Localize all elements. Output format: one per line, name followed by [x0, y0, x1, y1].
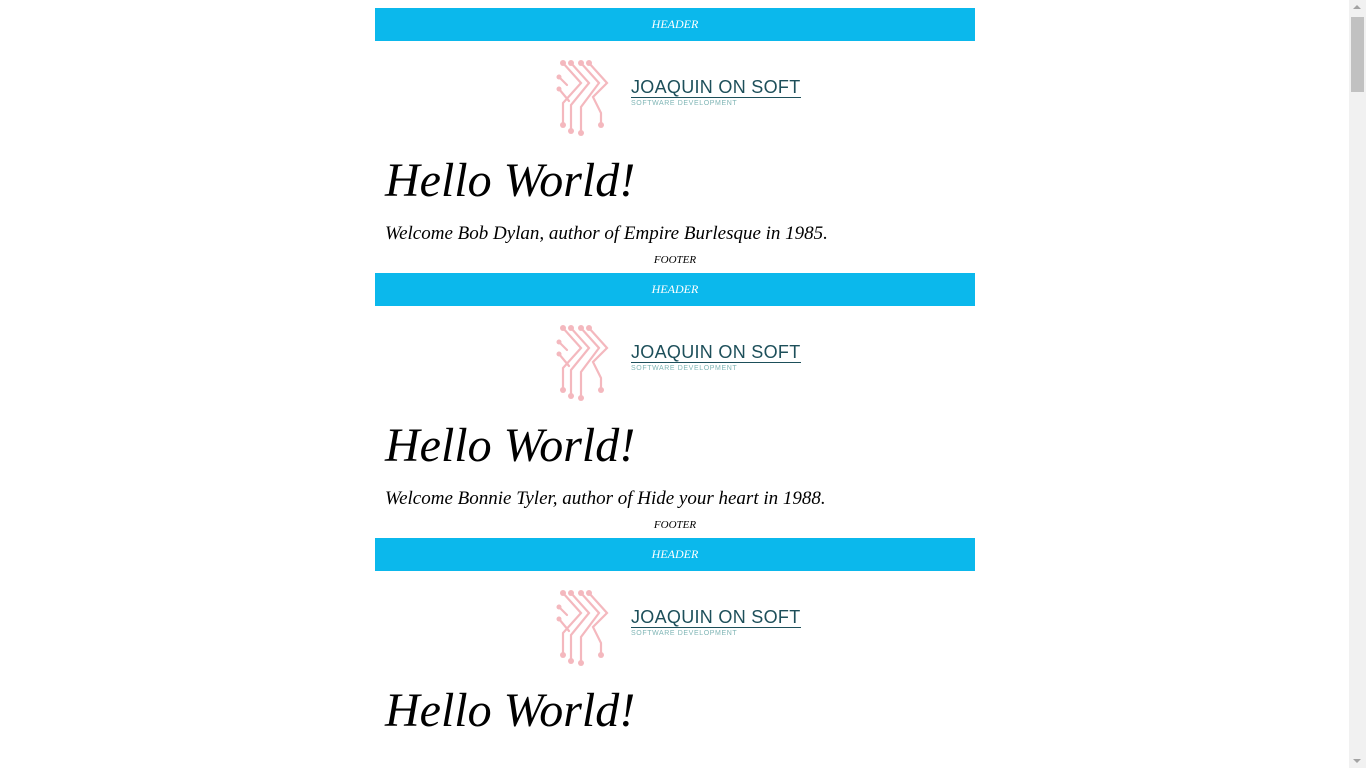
logo-title: JOAQUIN ON SOFT	[631, 77, 801, 98]
header-bar: HEADER	[375, 8, 975, 41]
header-bar: HEADER	[375, 538, 975, 571]
logo-area: JOAQUIN ON SOFT SOFTWARE DEVELOPMENT	[375, 306, 975, 418]
logo-subtitle: SOFTWARE DEVELOPMENT	[631, 630, 738, 637]
logo-area: JOAQUIN ON SOFT SOFTWARE DEVELOPMENT	[375, 41, 975, 153]
circuit-k-icon	[556, 590, 609, 666]
triangle-up-icon[interactable]	[1353, 5, 1361, 9]
circuit-k-icon	[556, 325, 609, 401]
footer-text: FOOTER	[653, 254, 697, 266]
vertical-scrollbar[interactable]	[1349, 0, 1366, 768]
card-block: HEADER JOAQUIN ON SOFT SOFTWARE DEVELOPM…	[375, 8, 975, 273]
logo-subtitle: SOFTWARE DEVELOPMENT	[631, 100, 738, 107]
card-block: HEADER JOAQUIN ON SOFT SOFTWARE DEVELOPM…	[375, 273, 975, 538]
circuit-k-icon	[556, 60, 609, 136]
triangle-down-icon[interactable]	[1353, 759, 1361, 763]
joaquin-logo: JOAQUIN ON SOFT SOFTWARE DEVELOPMENT	[545, 318, 801, 402]
greeting-title: Hello World!	[385, 154, 636, 207]
logo-title: JOAQUIN ON SOFT	[631, 342, 801, 363]
greeting-title: Hello World!	[385, 684, 636, 737]
page-content: HEADER JOAQUIN ON SOFT SOFTWARE DEVELOPM…	[0, 8, 1349, 753]
welcome-message: Welcome Bob Dylan, author of Empire Burl…	[385, 223, 828, 244]
joaquin-logo: JOAQUIN ON SOFT SOFTWARE DEVELOPMENT	[545, 583, 801, 667]
scroll-thumb[interactable]	[1351, 17, 1364, 92]
logo-area: JOAQUIN ON SOFT SOFTWARE DEVELOPMENT	[375, 571, 975, 683]
logo-title: JOAQUIN ON SOFT	[631, 607, 801, 628]
welcome-message: Welcome Bonnie Tyler, author of Hide you…	[385, 488, 826, 509]
greeting-title: Hello World!	[385, 419, 636, 472]
logo-subtitle: SOFTWARE DEVELOPMENT	[631, 365, 738, 372]
header-bar: HEADER	[375, 273, 975, 306]
joaquin-logo: JOAQUIN ON SOFT SOFTWARE DEVELOPMENT	[545, 53, 801, 137]
card-block: HEADER JOAQUIN ON SOFT SOFTWARE DEVELOPM…	[375, 538, 975, 753]
footer-text: FOOTER	[653, 519, 697, 531]
